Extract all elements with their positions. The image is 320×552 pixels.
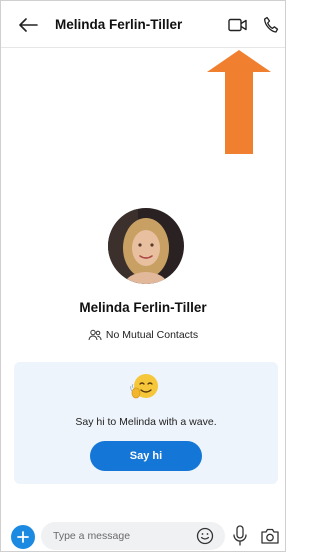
video-camera-icon — [228, 18, 247, 32]
mutual-contacts: No Mutual Contacts — [0, 329, 286, 341]
avatar — [108, 208, 184, 284]
video-call-button[interactable] — [227, 16, 249, 34]
say-hi-button[interactable]: Say hi — [90, 441, 202, 471]
camera-icon[interactable] — [260, 527, 280, 545]
profile-photo — [108, 208, 184, 284]
annotation-arrow — [207, 50, 271, 154]
audio-call-button[interactable] — [261, 14, 281, 36]
chat-title[interactable]: Melinda Ferlin-Tiller — [55, 17, 182, 32]
wave-emoji-icon — [130, 374, 158, 399]
contact-name: Melinda Ferlin-Tiller — [79, 300, 207, 315]
contacts-icon — [88, 329, 102, 341]
wave-prompt: Say hi to Melinda with a wave. — [75, 416, 217, 428]
back-button[interactable] — [15, 14, 41, 36]
wave-card: Say hi to Melinda with a wave. Say hi — [14, 362, 278, 484]
phone-icon — [263, 16, 279, 33]
mutual-contacts-label: No Mutual Contacts — [105, 329, 199, 341]
plus-icon — [17, 531, 29, 543]
emoji-icon[interactable] — [196, 527, 214, 545]
chat-header: Melinda Ferlin-Tiller — [1, 1, 285, 48]
microphone-icon[interactable] — [232, 525, 248, 547]
arrow-left-icon — [19, 18, 38, 32]
add-content-button[interactable] — [11, 525, 35, 549]
